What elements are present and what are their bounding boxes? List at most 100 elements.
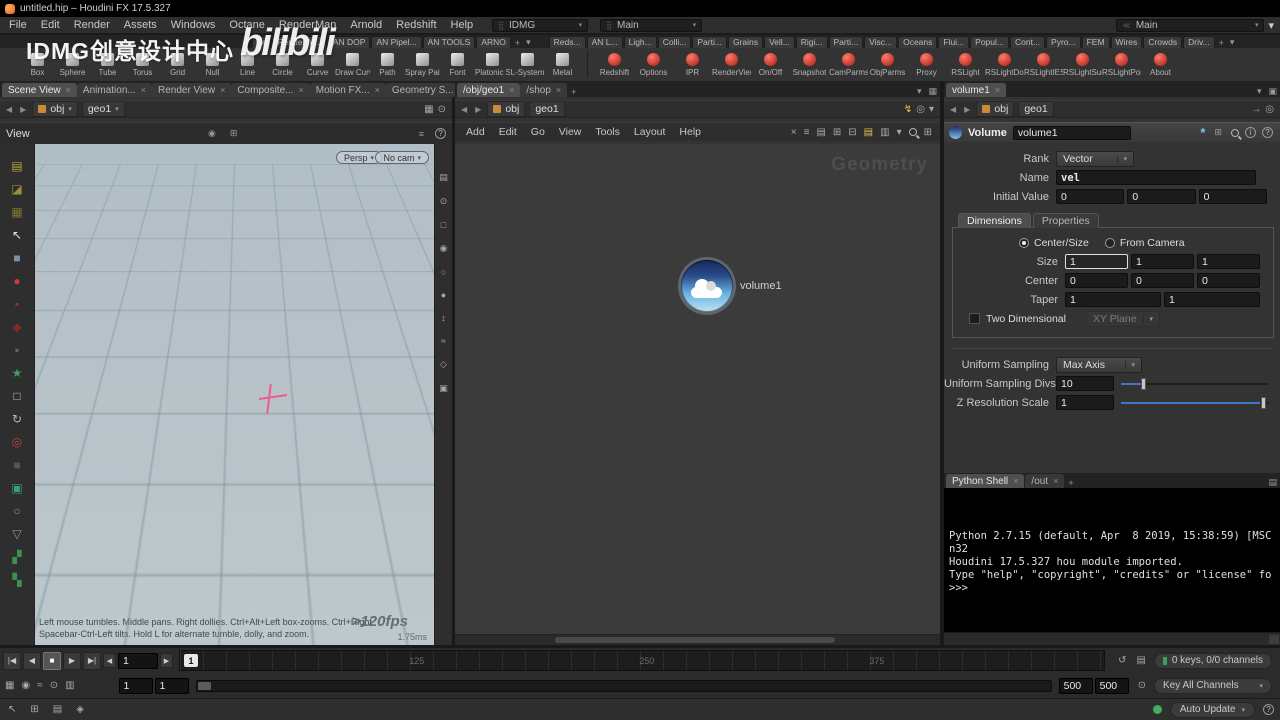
viewport-tool-icon[interactable]: ↻ (12, 413, 22, 426)
name-field[interactable]: vel (1056, 170, 1256, 185)
viewport-control-icon[interactable]: ◇ (440, 359, 447, 370)
viewport-tool-icon[interactable]: ↖ (12, 229, 22, 242)
status-tool-icon[interactable]: ▤ (51, 704, 64, 715)
slider-handle[interactable] (1261, 396, 1266, 409)
close-icon[interactable]: × (220, 85, 225, 95)
help-icon[interactable]: ? (1262, 127, 1273, 138)
menu-item[interactable]: RenderMan (272, 19, 343, 31)
range-end-field[interactable]: 500 (1094, 677, 1129, 694)
viewport-mode-icon[interactable]: ⊞ (227, 128, 241, 139)
pathbar-icon[interactable]: ◎ (1263, 104, 1276, 115)
pathbar-icon[interactable]: ↯ (902, 104, 914, 115)
update-mode-select[interactable]: Auto Update ▾ (1169, 701, 1255, 718)
console-scrollbar[interactable] (944, 632, 1280, 645)
viewport-tool-icon[interactable]: ○ (13, 505, 20, 518)
shelf-tool[interactable]: Platonic Solids (475, 48, 510, 81)
network-toolbar-icon[interactable]: × (791, 127, 797, 138)
shelf-tool[interactable]: Path (370, 48, 405, 81)
close-icon[interactable]: × (1013, 476, 1018, 486)
prev-frame-button[interactable]: ◀ (103, 653, 116, 668)
current-frame-field[interactable]: 1 (118, 652, 158, 669)
pane-tab[interactable]: Motion FX... × (309, 83, 386, 97)
pane-tab[interactable]: /obj/geo1 × (457, 83, 521, 97)
shelf-tool[interactable]: Proxy (907, 48, 946, 81)
uniform-sampling-select[interactable]: Max Axis ▾ (1056, 356, 1142, 373)
range-slider-handle[interactable] (197, 681, 211, 690)
viewport-tool-icon[interactable]: ■ (13, 252, 20, 265)
network-toolbar-icon[interactable]: ▾ (897, 127, 902, 138)
chevron-down-icon[interactable]: ▾ (523, 37, 534, 48)
shelf-tab[interactable]: ARNO (476, 36, 511, 48)
shelf-tool[interactable]: RSLightDome (985, 48, 1024, 81)
shelf-tool[interactable]: Options (634, 48, 673, 81)
shelf-tab[interactable]: Crowds (1143, 36, 1183, 48)
shelf-tab[interactable]: AN TOOLS (422, 36, 476, 48)
shelf-tab[interactable]: AN DOP (327, 36, 371, 48)
playhead-marker[interactable]: 1 (184, 654, 198, 667)
range-start-field[interactable]: 1 (118, 677, 153, 694)
shelf-tab[interactable]: Wires (1110, 36, 1143, 48)
close-icon[interactable]: × (1053, 476, 1058, 486)
next-frame-button[interactable]: ▶ (160, 653, 173, 668)
shelf-tool[interactable]: RSLightIES (1024, 48, 1063, 81)
pathbar-icon[interactable]: ▾ (927, 104, 936, 115)
viewport-tool-icon[interactable]: ● (13, 275, 20, 288)
initial-value-field[interactable]: 0 (1056, 189, 1125, 204)
viewport-mode-icon[interactable]: ◉ (205, 128, 219, 139)
shelf-tool[interactable]: Redshift (595, 48, 634, 81)
playback-end-field[interactable]: 500 (1058, 677, 1093, 694)
viewport-control-icon[interactable]: ○ (441, 267, 446, 277)
shelf-tool[interactable]: On/Off (751, 48, 790, 81)
playbar-icon[interactable]: ▤ (1135, 655, 1148, 666)
node-name-field[interactable]: volume1 (1012, 125, 1131, 140)
network-toolbar-icon[interactable]: ⊞ (833, 127, 841, 138)
shelf-tool[interactable]: RSLightSun (1063, 48, 1102, 81)
close-icon[interactable]: × (141, 85, 146, 95)
pathbar-icon[interactable]: ◎ (914, 104, 927, 115)
back-icon[interactable]: ◀ (948, 105, 958, 114)
network-toolbar-icon[interactable]: ▥ (880, 127, 889, 138)
shelf-tool[interactable]: RSLight (946, 48, 985, 81)
pane-split-icon[interactable]: ▣ (1265, 86, 1280, 97)
shelf-tool[interactable]: RenderView (712, 48, 751, 81)
add-shelf-tab-button[interactable]: + (512, 38, 523, 48)
shelf-tool[interactable]: Torus (125, 48, 160, 81)
network-toolbar-icon[interactable]: ▤ (816, 127, 825, 138)
pane-tab[interactable]: Python Shell × (946, 474, 1025, 488)
shelf-tool[interactable]: RSLightPortal (1102, 48, 1141, 81)
menu-item[interactable]: Arnold (343, 19, 389, 31)
shelf-tab[interactable]: AN L... (586, 36, 623, 48)
menu-item[interactable]: Render (67, 19, 117, 31)
jump-to-end-button[interactable]: ▶| (83, 651, 101, 670)
pane-tab[interactable]: volume1 × (946, 83, 1007, 97)
shelf-tool[interactable]: Draw Curve (335, 48, 370, 81)
shelf-tab[interactable]: Render M... (272, 36, 327, 48)
shelf-tab[interactable]: Flui... (938, 36, 970, 48)
network-canvas[interactable]: Geometry volume1 (455, 144, 940, 645)
folder-tab[interactable]: Properties (1032, 213, 1099, 228)
add-shelf-tab-button[interactable]: + (1216, 38, 1227, 48)
close-icon[interactable]: × (298, 85, 303, 95)
viewport-tool-icon[interactable]: □ (13, 390, 20, 403)
network-menu-item[interactable]: View (552, 126, 589, 138)
shelf-tab[interactable]: AN Pipel... (371, 36, 422, 48)
shelf-tool[interactable]: Null (195, 48, 230, 81)
initial-value-field[interactable]: 0 (1198, 189, 1267, 204)
add-tab-button[interactable]: + (1065, 478, 1076, 488)
back-icon[interactable]: ◀ (4, 105, 14, 114)
network-toolbar-icon[interactable]: ⊟ (848, 127, 856, 138)
viewport-tool-icon[interactable]: ◪ (11, 183, 22, 196)
key-icon[interactable]: ⊙ (1136, 680, 1148, 691)
viewport-tool-icon[interactable]: ■ (13, 459, 20, 472)
pane-tab[interactable]: Animation... × (76, 83, 152, 97)
initial-value-field[interactable]: 0 (1127, 189, 1196, 204)
viewport-tool-icon[interactable]: ▪ (15, 344, 19, 357)
shelf-tool[interactable]: L-System (510, 48, 545, 81)
center-field[interactable]: 0 (1065, 273, 1128, 288)
shelf-tool[interactable]: Snapshot (790, 48, 829, 81)
taper-field[interactable]: 1 (1164, 292, 1260, 307)
volume-node-icon[interactable] (681, 260, 733, 312)
playback-range-slider[interactable] (195, 679, 1052, 692)
right-layout-select[interactable]: ≪ Main ▾ (1116, 18, 1265, 32)
rank-select[interactable]: Vector ▾ (1056, 150, 1134, 167)
